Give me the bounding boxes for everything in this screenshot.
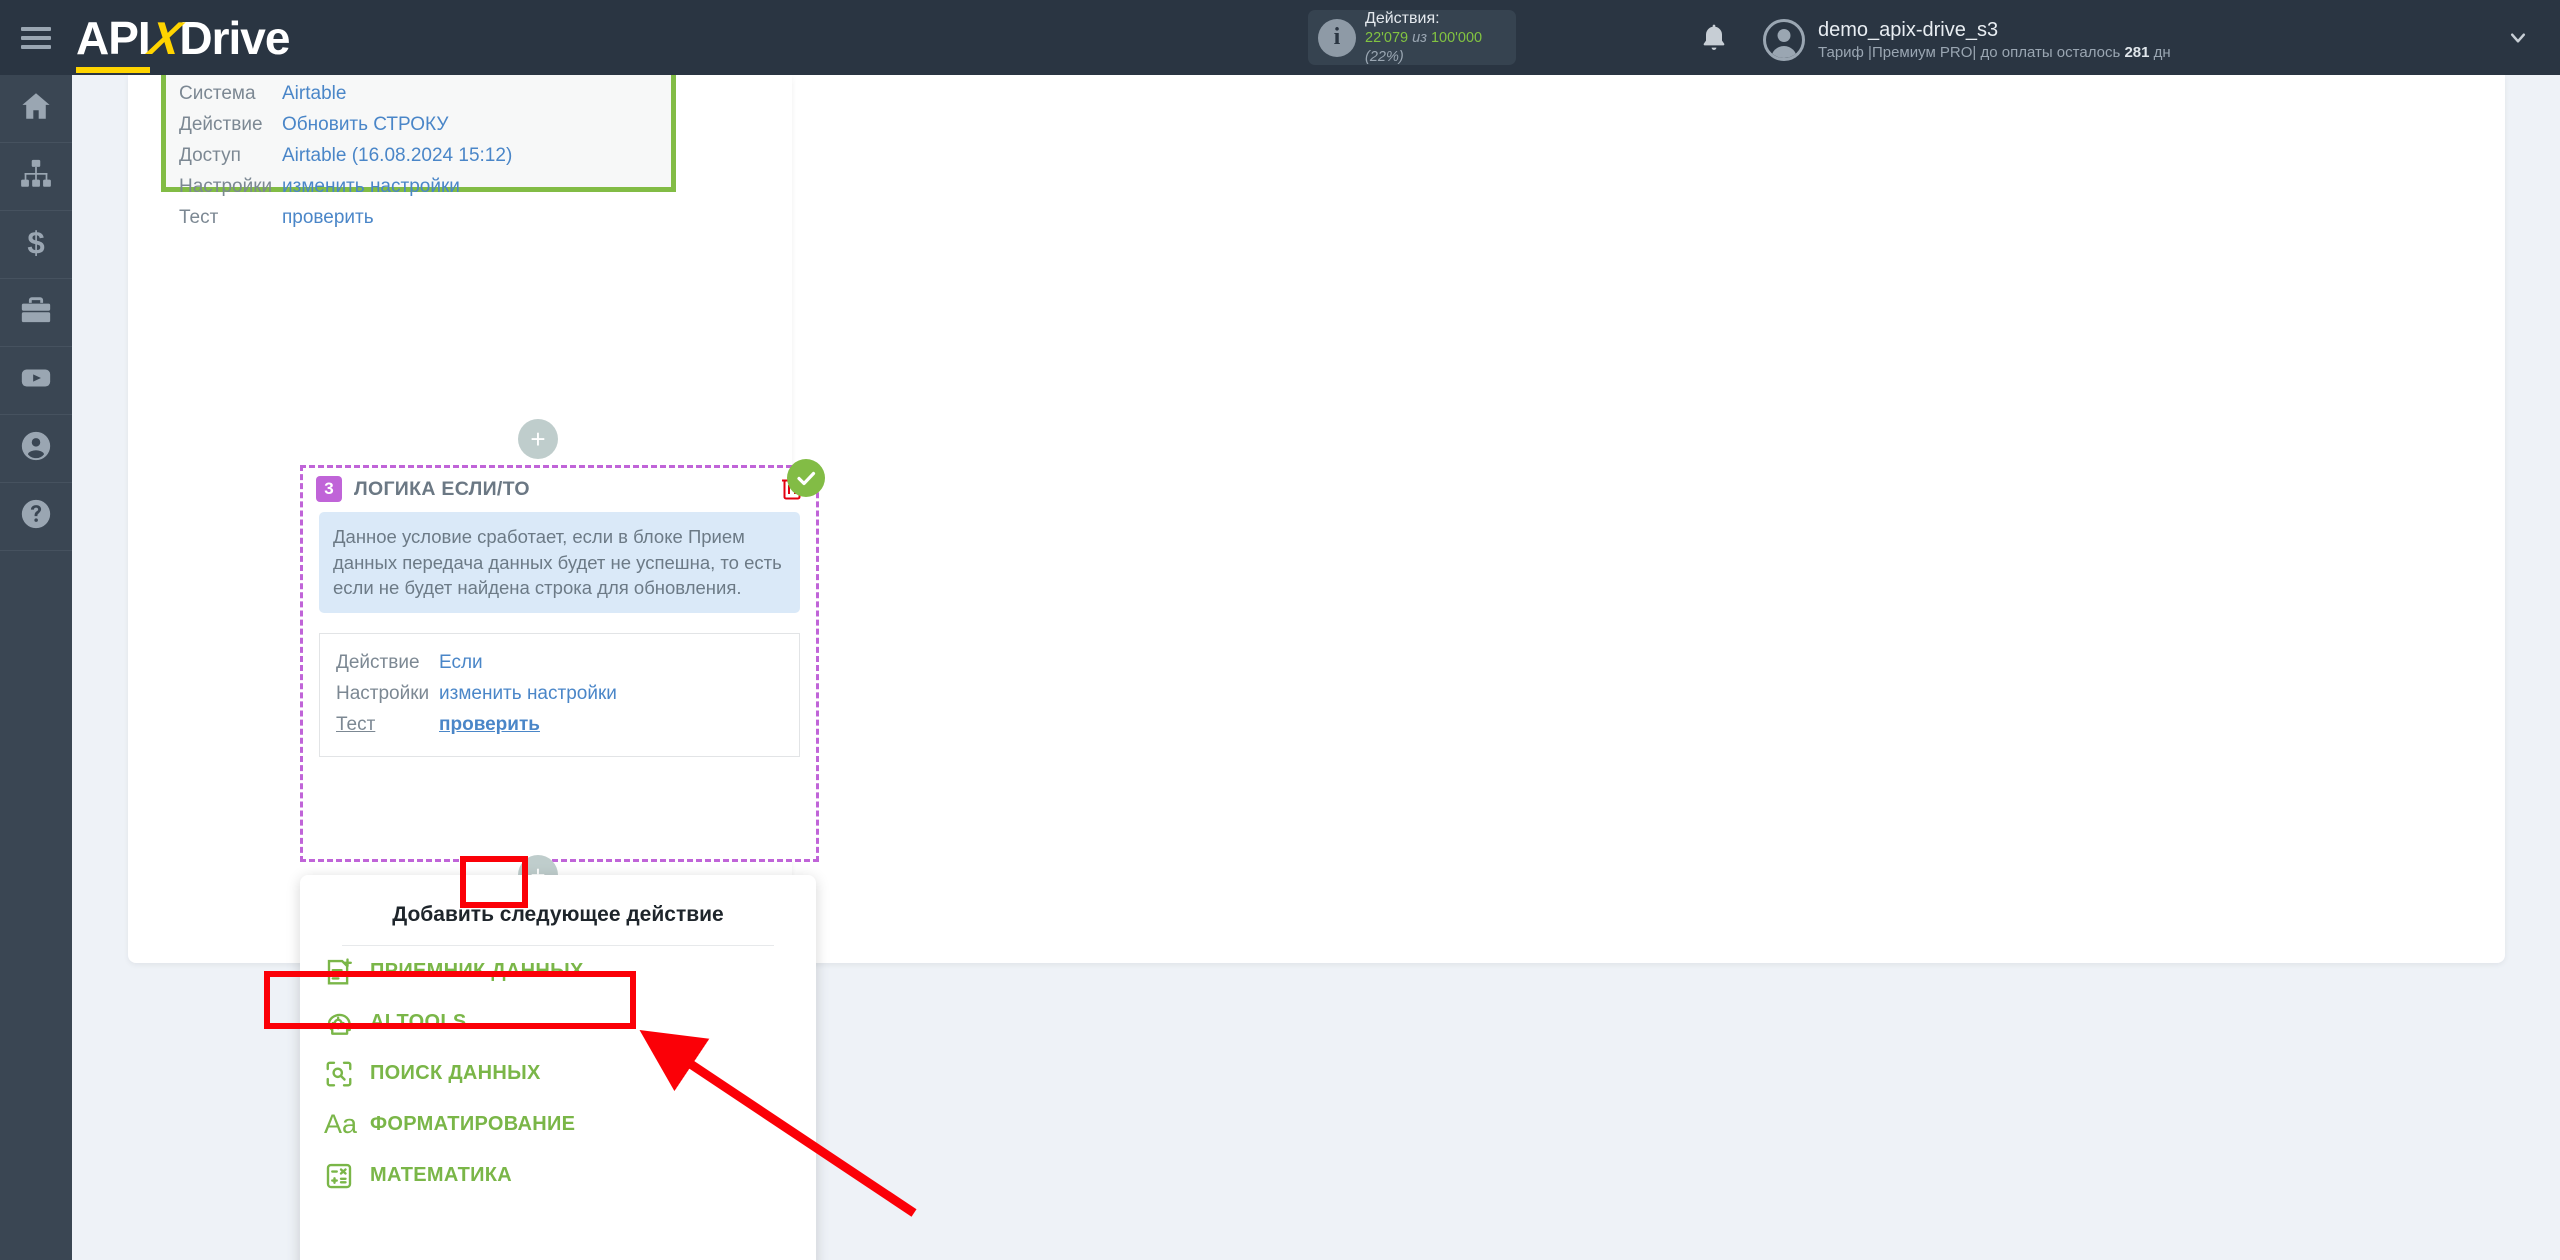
user-name: demo_apix-drive_s3 <box>1818 19 1999 41</box>
actions-of: из <box>1412 30 1427 47</box>
right-detail-panel <box>757 75 2505 963</box>
user-plan: Тариф |Премиум PRO| до оплаты осталось 2… <box>1818 43 2171 63</box>
user-menu[interactable]: demo_apix-drive_s3 Тариф |Премиум PRO| д… <box>1763 17 2171 63</box>
main-canvas: 2 ПРИЕМ ДАННЫХ Система Airtab <box>72 37 2560 1260</box>
logo-api-text: API <box>76 11 151 64</box>
field-key: Тест <box>179 206 219 228</box>
user-plan-days: 281 <box>2124 44 2150 61</box>
chevron-down-icon[interactable] <box>2505 28 2531 53</box>
scan-search-icon <box>324 1059 370 1089</box>
field-key: Настройки <box>336 682 430 704</box>
block3-number-badge: 3 <box>316 476 342 502</box>
sidebar-item-home[interactable] <box>0 75 72 143</box>
sidebar-item-tools[interactable] <box>0 279 72 347</box>
field-value[interactable]: изменить настройки <box>282 172 460 203</box>
app-header: APIXDrive i Действия: 22'079 из 100'000 … <box>0 0 2560 75</box>
field-value[interactable]: Обновить СТРОКУ <box>282 110 448 141</box>
field-value[interactable]: Airtable <box>282 79 346 110</box>
field-value[interactable]: изменить настройки <box>439 678 617 709</box>
actions-used: 22'079 <box>1365 30 1409 47</box>
field-key: Система <box>179 83 256 104</box>
user-plan-suffix: дн <box>2149 44 2171 61</box>
sidebar-item-billing[interactable]: $ <box>0 211 72 279</box>
field-value[interactable]: Airtable (16.08.2024 15:12) <box>282 141 512 172</box>
sidebar-item-video[interactable] <box>0 347 72 415</box>
block3-fields: Действие Если Настройки изменить настрой… <box>319 632 800 757</box>
dropdown-item-label: ФОРМАТИРОВАНИЕ <box>370 1113 576 1135</box>
sitemap-icon <box>19 157 53 196</box>
field-key: Действие <box>179 113 263 135</box>
dropdown-item-label: МАТЕМАТИКА <box>370 1164 513 1186</box>
dropdown-item-formatting[interactable]: Aa ФОРМАТИРОВАНИЕ <box>300 1099 816 1150</box>
actions-quota-box[interactable]: i Действия: 22'079 из 100'000 (22%) <box>1308 10 1516 65</box>
text-format-icon: Aa <box>324 1111 370 1138</box>
dropdown-item-label: ПОИСК ДАННЫХ <box>370 1062 541 1084</box>
left-flow-panel: 2 ПРИЕМ ДАННЫХ Система Airtab <box>128 37 825 1260</box>
field-row: Действие Если <box>336 647 783 678</box>
youtube-icon <box>19 361 53 400</box>
block3-info-note: Данное условие сработает, если в блоке П… <box>319 512 800 613</box>
home-icon <box>19 89 53 128</box>
field-key: Действие <box>336 651 420 673</box>
user-circle-icon <box>19 429 53 468</box>
field-row: Действие Обновить СТРОКУ <box>179 110 671 141</box>
hamburger-icon[interactable] <box>0 0 72 75</box>
info-glyph: i <box>1333 24 1341 50</box>
field-key: Тест <box>336 714 376 736</box>
actions-total: 100'000 <box>1430 30 1483 47</box>
field-row: Настройки изменить настройки <box>179 172 671 203</box>
dollar-icon: $ <box>19 225 53 264</box>
field-row: Тест проверить <box>179 203 671 234</box>
avatar <box>1763 18 1805 61</box>
block3-header: 3 ЛОГИКА ЕСЛИ/ТО <box>303 468 816 502</box>
annotation-highlight-plus-button <box>460 856 528 908</box>
briefcase-icon <box>19 293 53 332</box>
field-row: Доступ Airtable (16.08.2024 15:12) <box>179 141 671 172</box>
flow-block-if-logic[interactable]: 3 ЛОГИКА ЕСЛИ/ТО Данное условие сработае… <box>300 465 819 862</box>
plus-icon: + <box>530 424 546 454</box>
app-root: APIXDrive i Действия: 22'079 из 100'000 … <box>0 0 2560 1260</box>
field-key: Доступ <box>179 144 241 166</box>
sidebar-item-account[interactable] <box>0 415 72 483</box>
actions-label: Действия: <box>1365 10 1440 28</box>
dropdown-item-data-search[interactable]: ПОИСК ДАННЫХ <box>300 1048 816 1099</box>
actions-percent: (22%) <box>1365 48 1404 65</box>
logo-x-text: X <box>145 11 184 64</box>
sidebar-item-help[interactable] <box>0 483 72 551</box>
user-plan-prefix: Тариф |Премиум PRO| до оплаты осталось <box>1818 44 2125 61</box>
field-value[interactable]: проверить <box>282 203 374 234</box>
field-row: Тест проверить <box>336 709 783 740</box>
add-step-button-1[interactable]: + <box>518 419 558 459</box>
question-circle-icon <box>19 497 53 536</box>
sidebar-item-connections[interactable] <box>0 143 72 211</box>
field-key: Настройки <box>179 175 273 197</box>
block2-fields: Система Airtable Действие Обновить СТРОК… <box>166 71 671 234</box>
field-row: Настройки изменить настройки <box>336 678 783 709</box>
add-action-dropdown: Добавить следующее действие ПРИЕМНИК ДАН… <box>300 875 816 1260</box>
dropdown-title: Добавить следующее действие <box>392 903 724 926</box>
sidebar-rail: $ <box>0 75 72 1260</box>
test-check-link[interactable]: проверить <box>439 709 540 740</box>
info-icon: i <box>1318 18 1356 57</box>
actions-quota-value: 22'079 из 100'000 (22%) <box>1365 29 1506 65</box>
field-value[interactable]: Если <box>439 647 483 678</box>
block3-title: ЛОГИКА ЕСЛИ/ТО <box>354 477 530 500</box>
svg-text:$: $ <box>27 225 44 259</box>
annotation-highlight-data-receiver <box>264 971 636 1029</box>
aa-glyph: Aa <box>324 1109 358 1139</box>
logo-drive-text: Drive <box>179 11 290 64</box>
bell-icon[interactable] <box>1698 22 1730 54</box>
dropdown-item-math[interactable]: МАТЕМАТИКА <box>300 1150 816 1201</box>
check-circle-icon <box>787 459 825 497</box>
calculator-icon <box>324 1161 370 1191</box>
field-row: Система Airtable <box>179 79 671 110</box>
apixdrive-logo[interactable]: APIXDrive <box>76 11 290 64</box>
